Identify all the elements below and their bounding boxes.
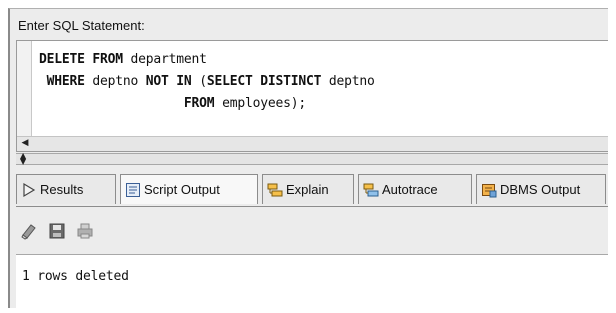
tab-explain-label: Explain	[286, 182, 329, 197]
save-icon[interactable]	[48, 222, 66, 240]
scroll-left-icon[interactable]: ◀	[19, 138, 31, 149]
script-output-area[interactable]: 1 rows deleted	[16, 254, 608, 309]
tab-autotrace-label: Autotrace	[382, 182, 438, 197]
pane-splitter[interactable]: ▲ ▼	[16, 152, 608, 166]
output-toolbar	[18, 216, 608, 248]
splitter-toggle-icon[interactable]: ▲ ▼	[20, 152, 26, 166]
tab-autotrace[interactable]: Autotrace	[358, 174, 472, 204]
autotrace-icon	[363, 182, 379, 198]
sql-editor[interactable]: DELETE FROM department WHERE deptno NOT …	[16, 40, 608, 152]
eraser-icon[interactable]	[20, 222, 38, 240]
sql-line-2: WHERE deptno NOT IN (SELECT DISTINCT dep…	[46, 74, 375, 89]
tab-explain[interactable]: Explain	[262, 174, 354, 204]
dbms-output-icon	[481, 182, 497, 198]
output-tabs: Results Script Output Explain Autotrace …	[16, 174, 608, 206]
sql-line-3: FROM employees);	[183, 96, 306, 111]
tab-dbms-output-label: DBMS Output	[500, 182, 581, 197]
sql-statement-label: Enter SQL Statement:	[18, 18, 145, 33]
output-message: 1 rows deleted	[22, 269, 129, 284]
play-triangle-icon	[21, 182, 37, 198]
editor-gutter	[17, 41, 32, 137]
tab-script-output-label: Script Output	[144, 182, 220, 197]
tab-script-output[interactable]: Script Output	[120, 174, 258, 204]
explain-plan-icon	[267, 182, 283, 198]
horizontal-scrollbar[interactable]: ◀	[17, 136, 608, 151]
script-icon	[125, 182, 141, 198]
sql-code[interactable]: DELETE FROM department WHERE deptno NOT …	[39, 49, 375, 115]
tab-results-label: Results	[40, 182, 84, 197]
tabs-divider	[16, 206, 608, 207]
print-icon[interactable]	[76, 222, 94, 240]
sql-line-1: DELETE FROM department	[39, 52, 207, 67]
tab-results[interactable]: Results	[16, 174, 116, 204]
tab-dbms-output[interactable]: DBMS Output	[476, 174, 606, 204]
